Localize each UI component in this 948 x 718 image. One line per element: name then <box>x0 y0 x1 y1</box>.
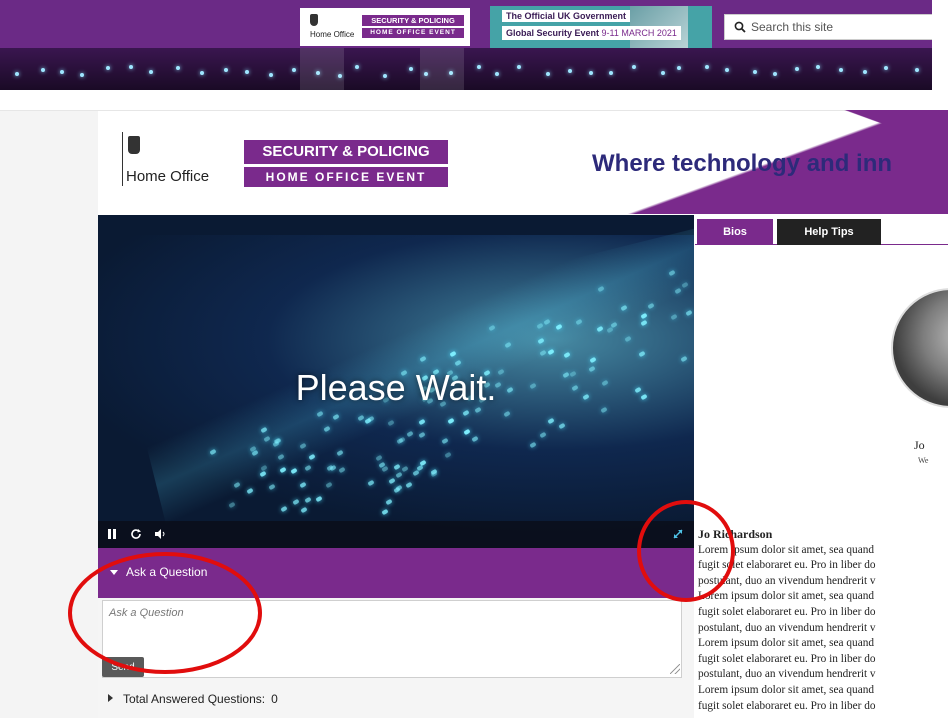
speaker-card-subtitle: We <box>918 456 929 465</box>
logo-event-line1: SECURITY & POLICING <box>244 140 448 164</box>
chevron-right-icon <box>108 694 113 702</box>
banner-light <box>753 69 758 74</box>
banner-light <box>355 64 360 69</box>
royal-crest-icon <box>128 136 140 154</box>
banner-light <box>80 73 85 78</box>
banner-light <box>60 70 64 75</box>
banner-light <box>245 69 250 74</box>
banner-light <box>291 67 296 72</box>
top-logo-event-line1: SECURITY & POLICING <box>362 15 464 26</box>
tab-bios[interactable]: Bios <box>697 219 773 245</box>
banner-light <box>660 70 665 75</box>
search-input[interactable] <box>751 18 929 36</box>
logo-event-line2: HOME OFFICE EVENT <box>244 167 448 187</box>
banner-light <box>14 72 19 77</box>
banner-light <box>773 71 778 76</box>
banner-light <box>839 67 844 72</box>
bio-line: Lorem ipsum dolor sit amet, sea quand <box>698 543 875 556</box>
video-status-text: Please Wait. <box>295 367 497 408</box>
banner-light <box>408 66 413 71</box>
banner-light <box>884 66 889 71</box>
banner-light <box>608 71 613 76</box>
textarea-resize-handle[interactable] <box>670 664 680 674</box>
bio-line: fugit solet elaboraret eu. Pro in liber … <box>698 559 876 572</box>
banner-light <box>148 70 153 75</box>
search-icon[interactable] <box>734 21 746 33</box>
logo-org-name: Home Office <box>126 168 210 185</box>
tab-help-tips[interactable]: Help Tips <box>777 219 881 245</box>
banner-light <box>794 66 799 71</box>
advert-dates: 9-11 MARCH 2021 <box>601 28 677 38</box>
bio-line: postulant, duo an vivendum hendrerit v <box>698 668 876 681</box>
answered-questions-count: 0 <box>271 692 278 706</box>
banner-light <box>494 71 499 76</box>
header-tagline: Where technology and inn <box>592 150 893 177</box>
banner-light <box>568 68 573 73</box>
advert-line2: Global Security Event 9-11 MARCH 2021 <box>502 26 681 40</box>
annotation-circle-ask-question <box>68 552 262 674</box>
banner-light <box>200 71 205 76</box>
banner-light <box>106 66 111 71</box>
top-home-office-logo[interactable]: Home Office SECURITY & POLICING HOME OFF… <box>300 8 470 46</box>
top-logo-event-line2: HOME OFFICE EVENT <box>362 28 464 38</box>
refresh-icon[interactable] <box>128 526 144 542</box>
bio-line: postulant, duo an vivendum hendrerit v <box>698 574 876 587</box>
banner-light <box>632 65 637 70</box>
banner-light <box>223 67 228 72</box>
banner-light <box>269 73 273 78</box>
volume-icon[interactable] <box>152 526 168 542</box>
banner-light <box>477 64 482 69</box>
event-advert[interactable]: The Official UK Government Global Securi… <box>490 6 712 48</box>
banner-light <box>128 64 133 69</box>
bio-line: Lorem ipsum dolor sit amet, sea quand <box>698 590 875 603</box>
advert-line1: The Official UK Government <box>502 10 631 22</box>
banner-light <box>40 68 45 73</box>
site-search[interactable] <box>724 14 932 40</box>
answered-questions-toggle[interactable]: Total Answered Questions: 0 <box>108 692 278 706</box>
banner-light <box>545 72 550 77</box>
video-player[interactable]: Please Wait. <box>98 215 694 548</box>
top-banner: Home Office SECURITY & POLICING HOME OFF… <box>0 0 932 90</box>
bio-line: Lorem ipsum dolor sit amet, sea quand <box>698 683 875 696</box>
info-tabs: Bios Help Tips <box>695 215 948 245</box>
bio-line: postulant, duo an vivendum hendrerit v <box>698 621 876 634</box>
bio-line: fugit solet elaboraret eu. Pro in liber … <box>698 652 876 665</box>
banner-light <box>589 70 594 75</box>
banner-light <box>914 67 919 72</box>
banner-light <box>815 65 820 70</box>
top-logo-org: Home Office <box>310 30 355 39</box>
banner-lights-strip <box>0 48 932 90</box>
banner-light <box>704 65 709 70</box>
annotation-circle-expand <box>637 500 735 602</box>
bio-line: fugit solet elaboraret eu. Pro in liber … <box>698 699 876 712</box>
home-office-logo[interactable]: Home Office SECURITY & POLICING HOME OFF… <box>122 132 452 192</box>
bio-line: Lorem ipsum dolor sit amet, sea quand <box>698 637 875 650</box>
page-root: Home Office SECURITY & POLICING HOME OFF… <box>0 0 948 718</box>
banner-light <box>677 66 682 71</box>
pause-icon[interactable] <box>104 526 120 542</box>
video-controls <box>98 521 694 548</box>
banner-light <box>383 73 388 78</box>
bio-line: fugit solet elaboraret eu. Pro in liber … <box>698 605 876 618</box>
banner-light <box>725 68 730 73</box>
answered-questions-label: Total Answered Questions: <box>123 692 266 706</box>
banner-light <box>517 65 522 70</box>
speaker-card-name: Jo <box>914 438 925 452</box>
speaker-bio: Jo Richardson Lorem ipsum dolor sit amet… <box>698 527 948 714</box>
banner-light <box>176 65 181 70</box>
banner-light <box>863 69 868 74</box>
royal-crest-icon <box>310 14 318 26</box>
speaker-photo <box>891 288 948 408</box>
speaker-name: Jo Richardson <box>698 527 773 541</box>
